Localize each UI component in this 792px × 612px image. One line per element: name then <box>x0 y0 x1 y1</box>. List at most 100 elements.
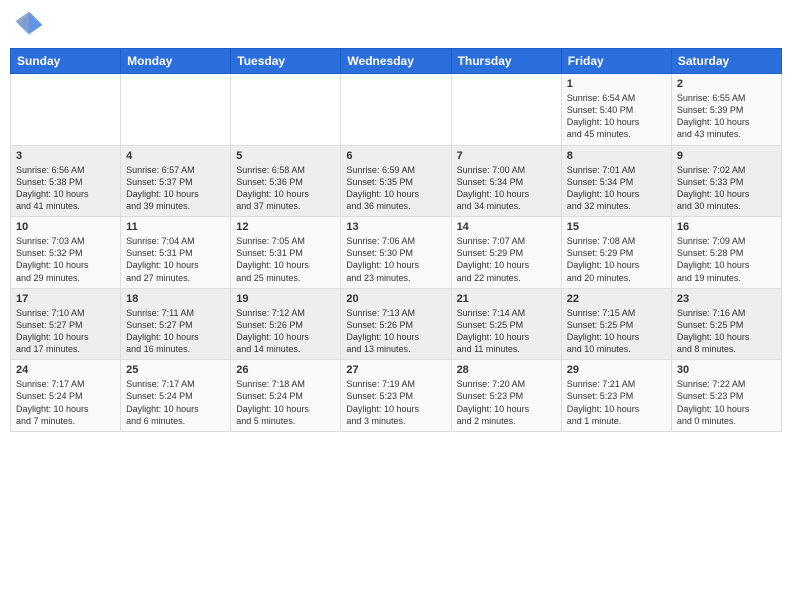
day-of-week-header: Friday <box>561 49 671 74</box>
calendar-day-cell: 24 Sunrise: 7:17 AM Sunset: 5:24 PM Dayli… <box>11 360 121 432</box>
day-of-week-header: Wednesday <box>341 49 451 74</box>
calendar-day-cell: 21Sunrise: 7:14 AM Sunset: 5:25 PM Dayli… <box>451 288 561 360</box>
day-info: Sunrise: 6:59 AM Sunset: 5:35 PM Dayligh… <box>346 164 445 213</box>
day-number: 19 <box>236 293 335 305</box>
calendar-day-cell: 17Sunrise: 7:10 AM Sunset: 5:27 PM Dayli… <box>11 288 121 360</box>
day-number: 20 <box>346 293 445 305</box>
logo-icon <box>14 10 44 40</box>
day-number: 11 <box>126 221 225 233</box>
day-info: Sunrise: 7:05 AM Sunset: 5:31 PM Dayligh… <box>236 235 335 284</box>
calendar-day-cell: 10 Sunrise: 7:03 AM Sunset: 5:32 PM Dayli… <box>11 217 121 289</box>
day-info: Sunrise: 7:18 AM Sunset: 5:24 PM Dayligh… <box>236 378 335 427</box>
day-number: 17 <box>16 293 115 305</box>
calendar-header-row: SundayMondayTuesdayWednesdayThursdayFrid… <box>11 49 782 74</box>
day-number: 10 <box>16 221 115 233</box>
day-number: 25 <box>126 364 225 376</box>
calendar-table: SundayMondayTuesdayWednesdayThursdayFrid… <box>10 48 782 432</box>
day-number: 7 <box>457 150 556 162</box>
day-number: 16 <box>677 221 776 233</box>
calendar-day-cell: 13 Sunrise: 7:06 AM Sunset: 5:30 PM Dayli… <box>341 217 451 289</box>
day-info: Sunrise: 7:04 AM Sunset: 5:31 PM Dayligh… <box>126 235 225 284</box>
calendar-day-cell: 23 Sunrise: 7:16 AM Sunset: 5:25 PM Dayli… <box>671 288 781 360</box>
day-info: Sunrise: 7:11 AM Sunset: 5:27 PM Dayligh… <box>126 307 225 356</box>
logo <box>14 10 46 40</box>
day-number: 8 <box>567 150 666 162</box>
calendar-week-row: 17Sunrise: 7:10 AM Sunset: 5:27 PM Dayli… <box>11 288 782 360</box>
calendar-day-cell: 20 Sunrise: 7:13 AM Sunset: 5:26 PM Dayli… <box>341 288 451 360</box>
day-number: 30 <box>677 364 776 376</box>
day-number: 14 <box>457 221 556 233</box>
day-number: 4 <box>126 150 225 162</box>
day-info: Sunrise: 7:13 AM Sunset: 5:26 PM Dayligh… <box>346 307 445 356</box>
calendar-day-cell: 12 Sunrise: 7:05 AM Sunset: 5:31 PM Dayli… <box>231 217 341 289</box>
day-info: Sunrise: 7:12 AM Sunset: 5:26 PM Dayligh… <box>236 307 335 356</box>
calendar-day-cell <box>231 74 341 146</box>
day-number: 21 <box>457 293 556 305</box>
day-number: 29 <box>567 364 666 376</box>
day-info: Sunrise: 7:22 AM Sunset: 5:23 PM Dayligh… <box>677 378 776 427</box>
day-number: 5 <box>236 150 335 162</box>
calendar-day-cell <box>341 74 451 146</box>
day-number: 23 <box>677 293 776 305</box>
calendar-day-cell: 9 Sunrise: 7:02 AM Sunset: 5:33 PM Daylig… <box>671 145 781 217</box>
calendar-day-cell: 25 Sunrise: 7:17 AM Sunset: 5:24 PM Dayli… <box>121 360 231 432</box>
day-info: Sunrise: 6:55 AM Sunset: 5:39 PM Dayligh… <box>677 92 776 141</box>
calendar-day-cell: 7 Sunrise: 7:00 AM Sunset: 5:34 PM Daylig… <box>451 145 561 217</box>
day-info: Sunrise: 6:56 AM Sunset: 5:38 PM Dayligh… <box>16 164 115 213</box>
day-info: Sunrise: 7:02 AM Sunset: 5:33 PM Dayligh… <box>677 164 776 213</box>
day-number: 3 <box>16 150 115 162</box>
calendar-day-cell: 6 Sunrise: 6:59 AM Sunset: 5:35 PM Daylig… <box>341 145 451 217</box>
day-number: 12 <box>236 221 335 233</box>
calendar-day-cell <box>121 74 231 146</box>
day-info: Sunrise: 7:09 AM Sunset: 5:28 PM Dayligh… <box>677 235 776 284</box>
calendar-day-cell: 16 Sunrise: 7:09 AM Sunset: 5:28 PM Dayli… <box>671 217 781 289</box>
calendar-day-cell <box>11 74 121 146</box>
calendar-day-cell: 28 Sunrise: 7:20 AM Sunset: 5:23 PM Dayli… <box>451 360 561 432</box>
calendar-day-cell <box>451 74 561 146</box>
day-info: Sunrise: 7:01 AM Sunset: 5:34 PM Dayligh… <box>567 164 666 213</box>
day-info: Sunrise: 7:16 AM Sunset: 5:25 PM Dayligh… <box>677 307 776 356</box>
day-info: Sunrise: 7:21 AM Sunset: 5:23 PM Dayligh… <box>567 378 666 427</box>
day-number: 26 <box>236 364 335 376</box>
calendar-day-cell: 8 Sunrise: 7:01 AM Sunset: 5:34 PM Daylig… <box>561 145 671 217</box>
day-number: 24 <box>16 364 115 376</box>
day-of-week-header: Thursday <box>451 49 561 74</box>
calendar-day-cell: 29 Sunrise: 7:21 AM Sunset: 5:23 PM Dayli… <box>561 360 671 432</box>
day-info: Sunrise: 7:17 AM Sunset: 5:24 PM Dayligh… <box>16 378 115 427</box>
calendar-week-row: 3 Sunrise: 6:56 AM Sunset: 5:38 PM Daylig… <box>11 145 782 217</box>
day-info: Sunrise: 7:19 AM Sunset: 5:23 PM Dayligh… <box>346 378 445 427</box>
calendar-day-cell: 14 Sunrise: 7:07 AM Sunset: 5:29 PM Dayli… <box>451 217 561 289</box>
day-number: 28 <box>457 364 556 376</box>
day-info: Sunrise: 7:03 AM Sunset: 5:32 PM Dayligh… <box>16 235 115 284</box>
calendar-day-cell: 19 Sunrise: 7:12 AM Sunset: 5:26 PM Dayli… <box>231 288 341 360</box>
calendar-day-cell: 26 Sunrise: 7:18 AM Sunset: 5:24 PM Dayli… <box>231 360 341 432</box>
day-number: 15 <box>567 221 666 233</box>
day-info: Sunrise: 6:58 AM Sunset: 5:36 PM Dayligh… <box>236 164 335 213</box>
day-info: Sunrise: 7:00 AM Sunset: 5:34 PM Dayligh… <box>457 164 556 213</box>
day-number: 2 <box>677 78 776 90</box>
day-info: Sunrise: 6:54 AM Sunset: 5:40 PM Dayligh… <box>567 92 666 141</box>
day-info: Sunrise: 7:06 AM Sunset: 5:30 PM Dayligh… <box>346 235 445 284</box>
calendar-day-cell: 4 Sunrise: 6:57 AM Sunset: 5:37 PM Daylig… <box>121 145 231 217</box>
day-of-week-header: Sunday <box>11 49 121 74</box>
day-number: 1 <box>567 78 666 90</box>
calendar-week-row: 24 Sunrise: 7:17 AM Sunset: 5:24 PM Dayli… <box>11 360 782 432</box>
day-info: Sunrise: 7:08 AM Sunset: 5:29 PM Dayligh… <box>567 235 666 284</box>
day-number: 18 <box>126 293 225 305</box>
day-info: Sunrise: 6:57 AM Sunset: 5:37 PM Dayligh… <box>126 164 225 213</box>
day-number: 9 <box>677 150 776 162</box>
day-number: 22 <box>567 293 666 305</box>
day-of-week-header: Monday <box>121 49 231 74</box>
day-of-week-header: Saturday <box>671 49 781 74</box>
day-info: Sunrise: 7:20 AM Sunset: 5:23 PM Dayligh… <box>457 378 556 427</box>
day-number: 27 <box>346 364 445 376</box>
day-info: Sunrise: 7:07 AM Sunset: 5:29 PM Dayligh… <box>457 235 556 284</box>
day-info: Sunrise: 7:17 AM Sunset: 5:24 PM Dayligh… <box>126 378 225 427</box>
calendar-day-cell: 15 Sunrise: 7:08 AM Sunset: 5:29 PM Dayli… <box>561 217 671 289</box>
calendar-day-cell: 3 Sunrise: 6:56 AM Sunset: 5:38 PM Daylig… <box>11 145 121 217</box>
calendar-week-row: 1 Sunrise: 6:54 AM Sunset: 5:40 PM Daylig… <box>11 74 782 146</box>
day-number: 6 <box>346 150 445 162</box>
calendar-week-row: 10 Sunrise: 7:03 AM Sunset: 5:32 PM Dayli… <box>11 217 782 289</box>
day-of-week-header: Tuesday <box>231 49 341 74</box>
day-number: 13 <box>346 221 445 233</box>
